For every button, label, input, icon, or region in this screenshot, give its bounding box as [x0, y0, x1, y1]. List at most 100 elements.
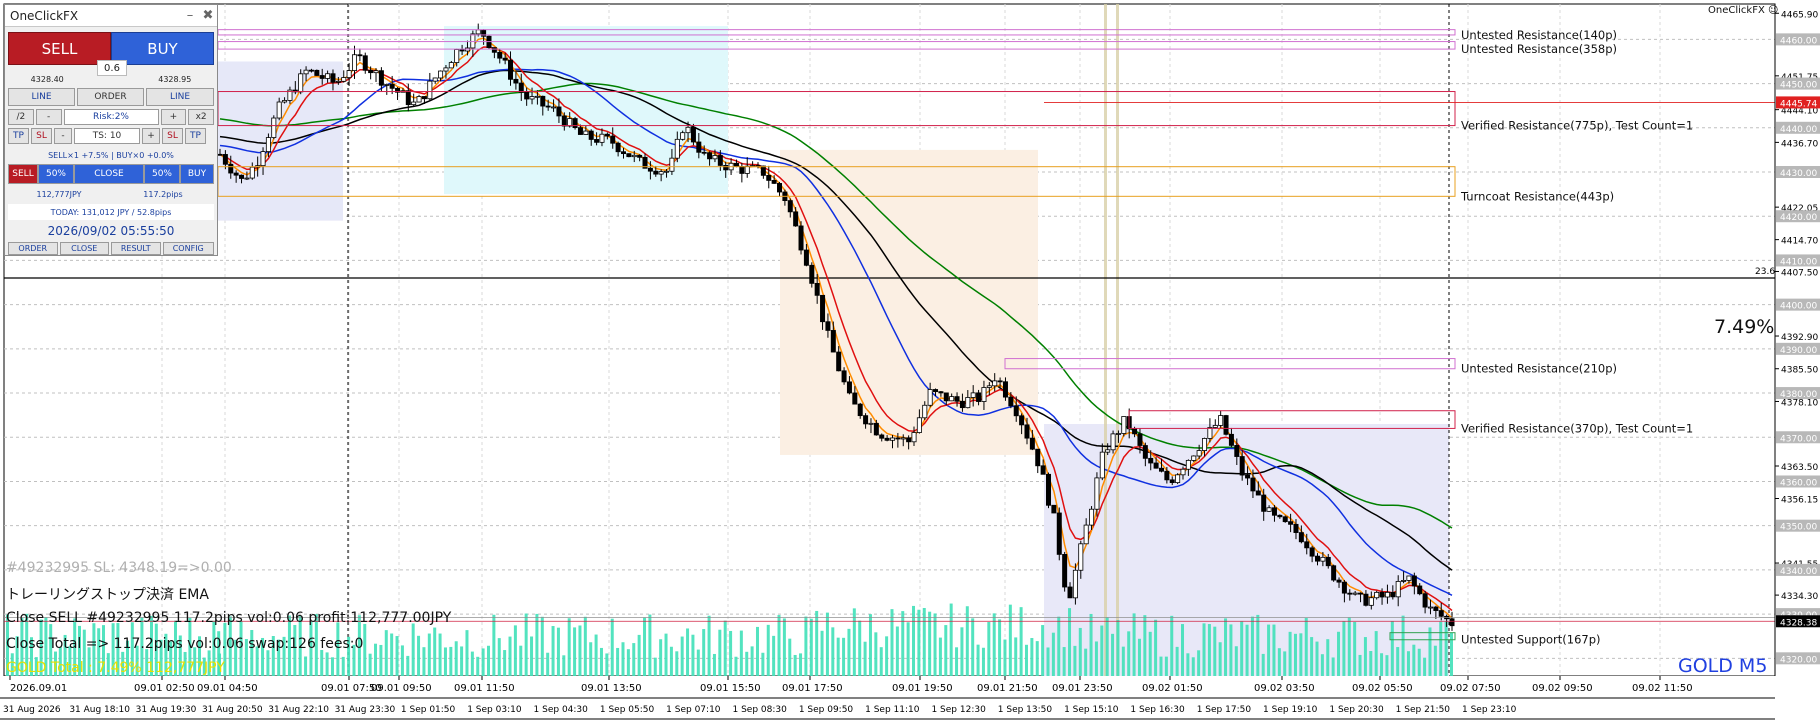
tp-left-button[interactable]: TP: [8, 128, 29, 144]
candle-body: [760, 165, 766, 176]
volume-bar: [599, 647, 603, 676]
tab-close[interactable]: CLOSE: [59, 242, 109, 255]
candle-body: [1164, 470, 1170, 481]
candle-body: [545, 105, 551, 108]
sell-button[interactable]: SELL: [8, 32, 111, 65]
candle-body: [357, 54, 363, 57]
volume-bar: [955, 647, 959, 676]
candle-body: [551, 106, 557, 109]
panel-titlebar[interactable]: OneClickFX – ✖: [5, 5, 217, 27]
candle-body: [637, 154, 643, 158]
volume-bar: [1213, 626, 1217, 676]
volume-bar: [519, 645, 523, 676]
volume-bar: [1267, 624, 1271, 676]
risk-field[interactable]: Risk:2%: [63, 109, 159, 125]
close-buy-half-button[interactable]: 50%: [144, 164, 180, 184]
candle-body: [368, 69, 374, 74]
time-tick-label-lower: 31 Aug 20:50: [202, 705, 263, 715]
candle-body: [518, 82, 524, 93]
volume-bar: [960, 627, 964, 676]
time-tick-label-lower: 31 Aug 23:30: [335, 705, 396, 715]
candle-body: [916, 417, 922, 433]
time-tick-label: 09.01 21:50: [977, 683, 1038, 694]
volume-bar: [1073, 645, 1077, 676]
line-right-button[interactable]: LINE: [146, 88, 214, 106]
time-tick-label: 09.01 19:50: [892, 683, 953, 694]
candle-body: [384, 84, 390, 86]
candle-body: [922, 404, 928, 419]
close-icon[interactable]: ✖: [199, 8, 217, 23]
sl-left-button[interactable]: SL: [31, 128, 52, 144]
candle-body: [1341, 581, 1347, 594]
candle-body: [1368, 597, 1374, 606]
volume-bar: [411, 623, 415, 676]
tp-right-button[interactable]: TP: [185, 128, 206, 144]
volume-bar: [1164, 656, 1168, 676]
tab-result[interactable]: RESULT: [111, 242, 161, 255]
candle-body: [954, 396, 960, 402]
volume-bar: [1089, 613, 1093, 676]
candle-body: [1261, 494, 1267, 512]
sr-zone-label: Turncoat Resistance(443p): [1460, 189, 1614, 203]
candle-body: [1449, 618, 1455, 627]
volume-bar: [368, 653, 372, 676]
candle-body: [669, 157, 675, 172]
profit-jpy: 112,777JPY: [36, 189, 82, 199]
oneclickfx-panel[interactable]: OneClickFX – ✖ SELL BUY 0.6 4328.40 4328…: [4, 4, 218, 256]
volume-bar: [1191, 657, 1195, 676]
volume-bar: [1084, 648, 1088, 676]
volume-bar: [664, 633, 668, 676]
close-buy-button[interactable]: BUY: [180, 164, 214, 184]
candle-body: [1019, 415, 1025, 426]
candle-body: [502, 57, 508, 61]
candle-body: [1374, 591, 1380, 599]
volume-bar: [621, 642, 625, 676]
candle-body: [405, 90, 411, 106]
candle-body: [1013, 405, 1019, 417]
half-lot-button[interactable]: /2: [8, 109, 34, 125]
candle-body: [1320, 556, 1326, 562]
risk-plus-button[interactable]: +: [160, 109, 187, 125]
ts-field[interactable]: TS: 10: [74, 128, 140, 144]
minimize-icon[interactable]: –: [181, 8, 199, 23]
volume-bar: [895, 626, 899, 676]
risk-minus-button[interactable]: -: [35, 109, 62, 125]
candle-body: [825, 321, 831, 331]
close-sell-button[interactable]: SELL: [8, 164, 38, 184]
time-tick-label-lower: 31 Aug 19:30: [136, 705, 197, 715]
tab-order[interactable]: ORDER: [8, 242, 58, 255]
candle-body: [970, 392, 976, 398]
time-tick-label-lower: 1 Sep 07:10: [666, 705, 721, 715]
ts-minus-button[interactable]: -: [54, 128, 72, 144]
sr-zone-label: Untested Resistance(210p): [1461, 362, 1617, 376]
time-tick-label-lower: 1 Sep 20:30: [1329, 705, 1384, 715]
time-tick-label: 2026.09.01: [10, 683, 67, 694]
volume-bar: [433, 627, 437, 676]
line-left-button[interactable]: LINE: [8, 88, 75, 106]
close-sell-half-button[interactable]: 50%: [38, 164, 74, 184]
volume-bar: [1229, 624, 1233, 676]
time-tick-label: 09.02 09:50: [1532, 683, 1593, 694]
volume-bar: [922, 607, 926, 676]
candle-body: [658, 171, 664, 175]
double-lot-button[interactable]: x2: [188, 109, 215, 125]
entry-price-tag-text: 4445.74: [1780, 99, 1817, 109]
volume-bar: [1240, 621, 1244, 676]
volume-bar: [379, 644, 383, 676]
candle-body: [1185, 459, 1191, 470]
volume-bar: [605, 653, 609, 676]
volume-bar: [508, 636, 512, 676]
volume-bar: [949, 603, 953, 676]
order-button[interactable]: ORDER: [77, 88, 144, 106]
volume-bar: [406, 655, 410, 676]
sr-zone-label: Verified Resistance(775p), Test Count=1: [1461, 119, 1693, 133]
ts-plus-button[interactable]: +: [142, 128, 160, 144]
volume-bar: [637, 634, 641, 676]
sl-right-button[interactable]: SL: [162, 128, 183, 144]
candle-body: [933, 389, 939, 393]
tab-config[interactable]: CONFIG: [162, 242, 214, 255]
volume-bar: [594, 634, 598, 676]
candle-body: [1148, 457, 1154, 464]
volume-bar: [1390, 621, 1394, 676]
close-all-button[interactable]: CLOSE: [74, 164, 144, 184]
